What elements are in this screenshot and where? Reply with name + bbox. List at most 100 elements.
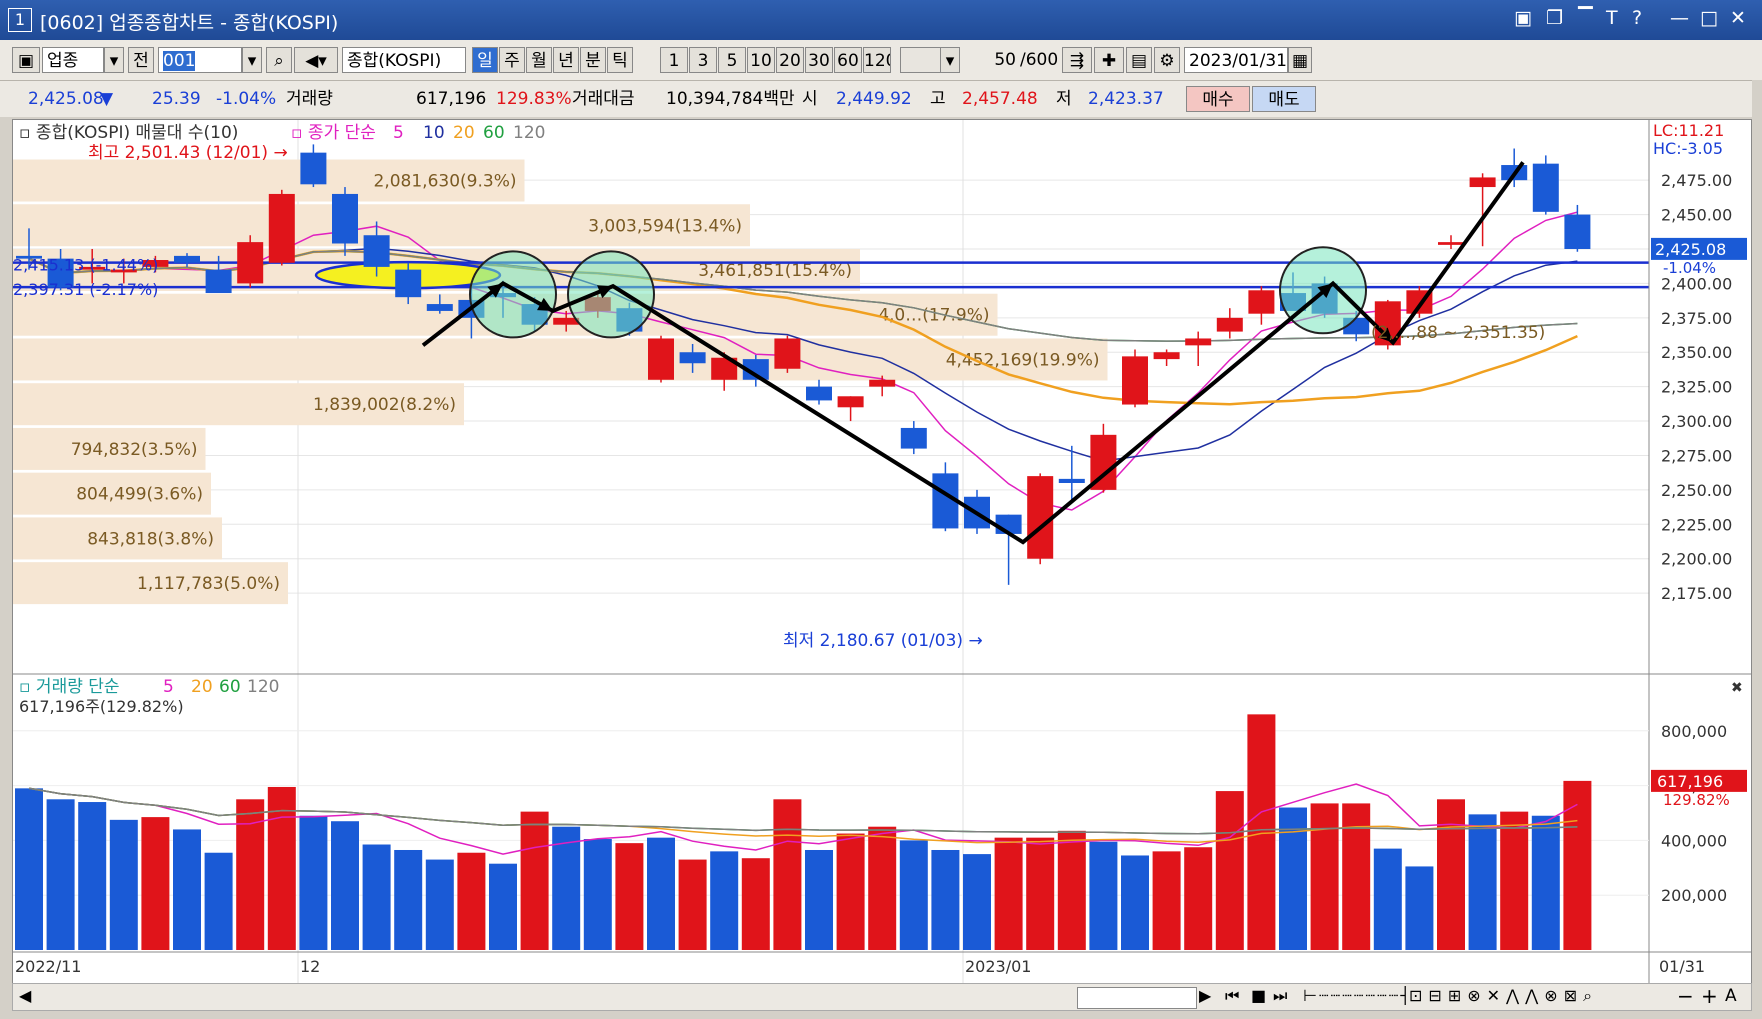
save-icon[interactable]: ▤ <box>1126 47 1152 73</box>
ma-legend-10: 10 <box>423 123 445 143</box>
scroll-left-icon[interactable]: ◀ <box>19 986 31 1005</box>
sell-button[interactable]: 매도 <box>1252 86 1316 112</box>
gear-icon[interactable]: ⚙ <box>1154 47 1180 73</box>
tab-period-5[interactable]: 틱 <box>607 47 633 73</box>
volume-bar <box>899 840 928 950</box>
scroll-thumb[interactable] <box>1077 987 1197 1009</box>
search-icon[interactable]: ⌕ <box>266 47 292 73</box>
volume-bar <box>773 799 802 950</box>
volume-bar <box>805 849 833 950</box>
copy-window-icon[interactable]: ❐ <box>1546 7 1563 29</box>
text-icon[interactable]: T <box>1606 7 1618 29</box>
layout-icon[interactable]: ▣ <box>1514 7 1532 29</box>
chart-scrollbar[interactable]: ◀ ▶ ⏮ ■ ⏭ ⊢┈┈┈┈┈┈┈┤ ⊡⊟⊞⊗✕⋀⋀⊗⊠⌕ − + A <box>12 983 1752 1011</box>
volume-profile-label: 843,818(3.8%) <box>87 529 214 549</box>
candle-body <box>268 193 295 263</box>
current-price-tag: 2,425.08 <box>1655 240 1726 259</box>
tool-icons[interactable]: ⊡⊟⊞⊗✕⋀⋀⊗⊠⌕ <box>1409 986 1598 1006</box>
vol-ma-legend-20: 20 <box>191 677 213 697</box>
ma-legend-120: 120 <box>513 123 545 143</box>
volume-bar <box>1342 803 1371 950</box>
volume-profile-label: 2,081,630(9.3%) <box>374 172 517 192</box>
amount-label: 거래대금 <box>572 89 635 109</box>
volume-bar <box>931 849 960 950</box>
candle-body <box>679 352 706 364</box>
current-price-pct: -1.04% <box>1663 259 1716 277</box>
buy-button[interactable]: 매수 <box>1186 86 1250 112</box>
forward-icon[interactable]: ⏭ <box>1273 986 1287 1006</box>
zoom-in-icon[interactable]: + <box>1701 984 1718 1008</box>
pin-icon[interactable]: ▔ <box>1578 7 1593 29</box>
auto-scale-icon[interactable]: A <box>1725 986 1737 1006</box>
vol-ma-legend-5: 5 <box>163 677 174 697</box>
title-bar: 1 [0602] 업종종합차트 - 종합(KOSPI) ▣ ❐ ▔ T ? — … <box>0 0 1762 40</box>
interval-button-120[interactable]: 120 <box>863 47 891 73</box>
minimize-button[interactable]: — <box>1670 7 1689 29</box>
y-tick-volume: 800,000 <box>1661 722 1727 741</box>
volume-bar <box>836 833 865 950</box>
interval-button-10[interactable]: 10 <box>747 47 775 73</box>
ma-legend-20: 20 <box>453 123 475 143</box>
tab-period-2[interactable]: 월 <box>526 47 552 73</box>
volume-profile-label: 3,003,594(13.4%) <box>588 216 742 236</box>
speaker-icon[interactable]: ◀▾ <box>294 47 338 73</box>
count-input[interactable]: 50 <box>966 47 1020 73</box>
vol-ma-legend-120: 120 <box>247 677 279 697</box>
y-tick-price: 2,175.00 <box>1661 584 1732 603</box>
interval-dropdown-icon[interactable]: ▾ <box>940 47 960 73</box>
volume-bar <box>1247 714 1276 950</box>
interval-button-5[interactable]: 5 <box>718 47 746 73</box>
y-tick-price: 2,400.00 <box>1661 274 1732 293</box>
volume-bar <box>1089 841 1118 950</box>
rewind-icon[interactable]: ⏮ <box>1225 986 1239 1006</box>
volume-bar <box>46 799 75 950</box>
volume-bar <box>425 859 454 950</box>
candle-body <box>426 304 453 311</box>
tab-period-4[interactable]: 분 <box>580 47 606 73</box>
interval-button-3[interactable]: 3 <box>689 47 717 73</box>
date-input[interactable]: 2023/01/31 <box>1184 47 1288 73</box>
volume-bar <box>457 852 486 950</box>
calendar-icon[interactable]: ▦ <box>1288 47 1312 73</box>
volume-ratio: 129.83% <box>496 89 572 109</box>
tab-period-3[interactable]: 년 <box>553 47 579 73</box>
close-button[interactable]: ✕ <box>1730 7 1746 29</box>
y-tick-price: 2,250.00 <box>1661 481 1732 500</box>
open-value: 2,449.92 <box>836 89 912 109</box>
volume-bar <box>552 826 581 950</box>
compare-icon[interactable]: ⇶ <box>1062 47 1092 73</box>
interval-button-60[interactable]: 60 <box>834 47 862 73</box>
volume-bar <box>1563 780 1592 950</box>
interval-button-1[interactable]: 1 <box>660 47 688 73</box>
volume-profile-label: 1,117,783(5.0%) <box>137 574 280 594</box>
chevron-down-icon[interactable]: ▾ <box>104 47 124 73</box>
type-select[interactable]: 업종 <box>42 47 104 73</box>
candle-body <box>648 338 674 380</box>
zoom-slider-icon[interactable]: ⊢┈┈┈┈┈┈┈┤ <box>1303 986 1412 1005</box>
stop-icon[interactable]: ■ <box>1251 986 1266 1005</box>
chart-area[interactable]: 2,081,630(9.3%) 3,003,594(13.4%) 3,461,851… <box>12 119 1752 985</box>
interval-button-30[interactable]: 30 <box>805 47 833 73</box>
code-dropdown-icon[interactable]: ▾ <box>242 47 262 73</box>
help-icon[interactable]: ? <box>1632 7 1642 29</box>
tab-period-1[interactable]: 주 <box>499 47 525 73</box>
volume-legend-title: ▫ 거래량 단순 <box>19 677 120 697</box>
zoom-out-icon[interactable]: − <box>1677 984 1694 1008</box>
scroll-right-icon[interactable]: ▶ <box>1199 986 1211 1005</box>
low-marker: 최저 2,180.67 (01/03) → <box>783 631 983 651</box>
volume-tag-pct: 129.82% <box>1663 791 1730 809</box>
maximize-button[interactable]: □ <box>1700 7 1718 29</box>
crosshair-icon[interactable]: ✚ <box>1094 47 1124 73</box>
name-field[interactable]: 종합(KOSPI) <box>342 47 466 73</box>
tab-period-0[interactable]: 일 <box>472 47 498 73</box>
chart-svg[interactable]: 2,081,630(9.3%) 3,003,594(13.4%) 3,461,851… <box>13 120 1751 984</box>
candle-body <box>1438 242 1464 245</box>
toolbar: ▣ 업종 ▾ 전 001 ▾ ⌕ ◀▾ 종합(KOSPI) 일주월년분틱 135… <box>0 40 1762 81</box>
interval-button-20[interactable]: 20 <box>776 47 804 73</box>
volume-bar <box>362 844 391 950</box>
code-input[interactable]: 001 <box>158 47 242 73</box>
level-upper-label: 2,415.13 (-1.44%) <box>13 256 158 275</box>
screen-icon[interactable]: ▣ <box>12 47 40 73</box>
prev-button[interactable]: 전 <box>128 47 154 73</box>
y-tick-price: 2,275.00 <box>1661 446 1732 465</box>
